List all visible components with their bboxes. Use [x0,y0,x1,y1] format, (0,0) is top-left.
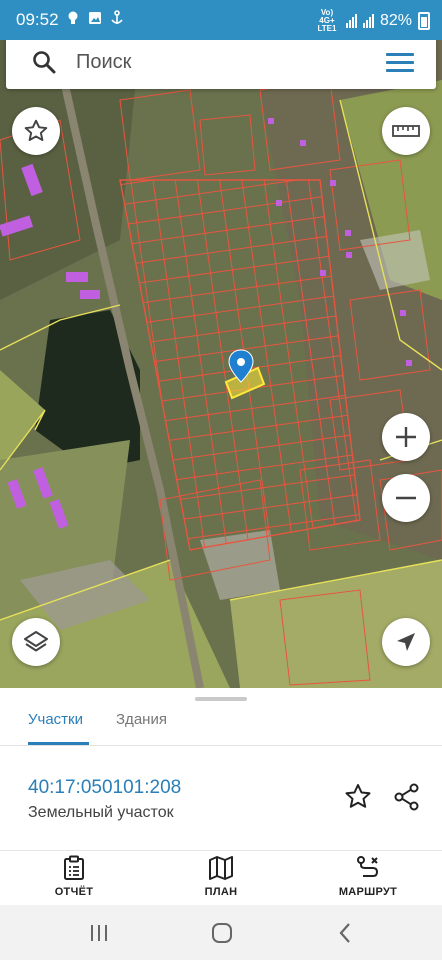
battery-percent: 82% [379,12,412,29]
route-label: МАРШРУТ [338,886,398,898]
network-label: Vo) 4G+ LTE1 [317,8,337,33]
share-icon[interactable] [392,782,422,812]
location-arrow-icon [397,633,415,651]
layers-icon [24,631,48,652]
status-time: 09:52 [16,10,59,29]
search-icon[interactable] [32,50,56,74]
zoom-out-icon [396,496,416,500]
anchor-icon [111,10,123,24]
map-plan-icon [209,856,233,880]
zoom-in-button[interactable] [382,413,430,461]
bottom-sheet: Участки Здания 40:17:050101:208 Земельны… [0,688,442,850]
star-icon[interactable] [343,782,373,812]
ruler-button[interactable] [382,107,430,155]
layers-button[interactable] [12,618,60,666]
hamburger-menu-icon[interactable] [386,53,414,73]
system-status: Vo) 4G+ LTE1 82% [314,9,430,33]
active-tab-indicator [28,742,89,745]
action-bar: ОТЧЁТ ПЛАН МАРШРУТ [0,850,442,905]
tab-parcels[interactable]: Участки [28,711,83,728]
system-nav-bar [0,905,442,960]
signal-2-icon [362,14,374,28]
satellite-map[interactable] [0,40,442,688]
tab-bar: Участки Здания [0,706,442,746]
report-label: ОТЧЁТ [54,886,94,898]
report-icon [64,855,84,880]
route-button[interactable]: МАРШРУТ [313,855,423,898]
status-bar: 09:52 Vo) 4G+ LTE1 82% [0,0,442,40]
battery-icon [418,12,430,30]
recent-apps-icon[interactable] [87,921,111,945]
home-icon[interactable] [210,921,234,945]
tab-buildings[interactable]: Здания [116,711,167,728]
route-icon [357,856,379,877]
parcel-cadastral-number[interactable]: 40:17:050101:208 [28,777,181,799]
report-button[interactable]: ОТЧЁТ [19,855,129,898]
plan-button[interactable]: ПЛАН [166,855,276,898]
zoom-out-button[interactable] [382,474,430,522]
image-icon [89,12,101,24]
parcel-type: Земельный участок [28,804,174,821]
plan-label: ПЛАН [204,886,238,898]
search-bar[interactable] [6,40,436,89]
back-icon[interactable] [334,921,358,945]
map-view[interactable] [0,40,442,688]
favorite-star-button[interactable] [12,107,60,155]
my-location-button[interactable] [382,618,430,666]
bulb-icon [68,11,78,24]
sheet-drag-handle[interactable] [195,697,247,701]
notification-icons [66,10,124,26]
zoom-in-icon [396,427,416,447]
signal-icon [345,14,357,28]
search-input[interactable] [76,51,366,74]
ruler-icon [392,125,420,137]
star-outline-icon [24,119,48,141]
